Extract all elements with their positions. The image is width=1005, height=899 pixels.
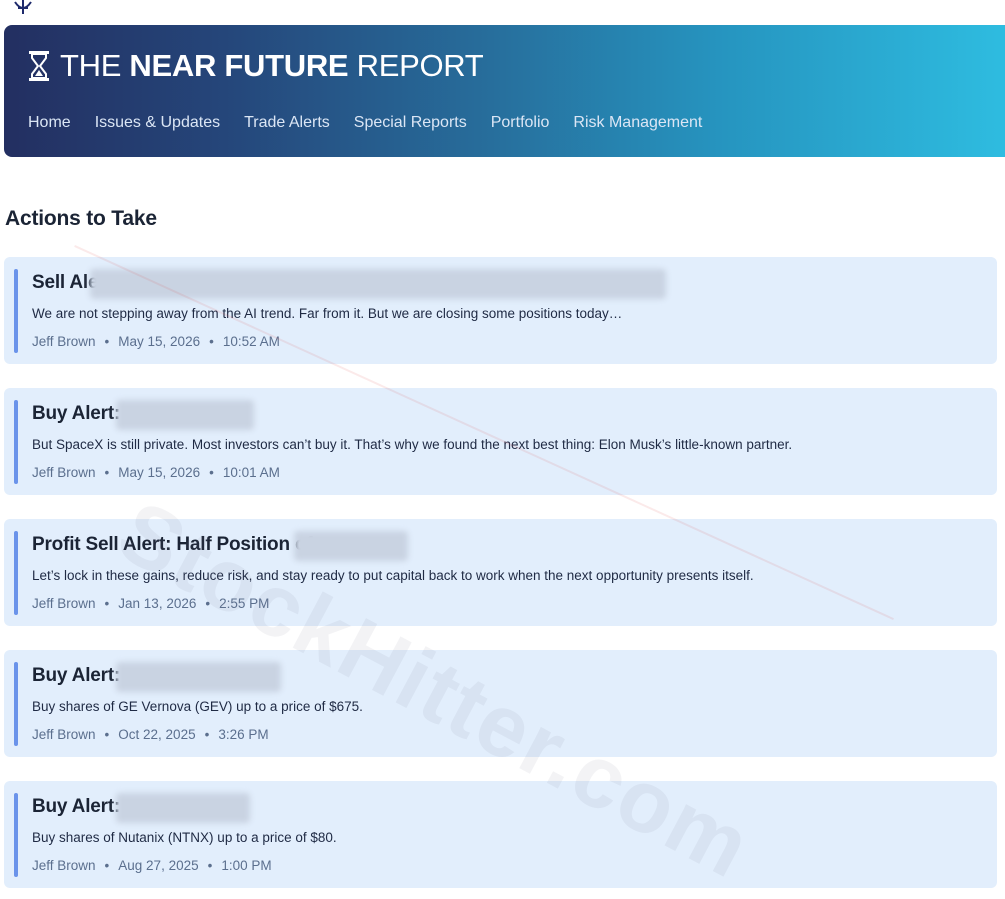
nav-trade-alerts[interactable]: Trade Alerts (244, 114, 330, 132)
card-title[interactable]: Buy Alert: (32, 796, 120, 818)
brand-logo-link[interactable]: THE NEAR FUTURE REPORT (28, 48, 484, 83)
alert-card[interactable]: Buy Alert: But SpaceX is still private. … (4, 388, 997, 495)
card-title[interactable]: Buy Alert: (32, 665, 120, 687)
card-accent-bar (14, 531, 18, 615)
main-nav: Home Issues & Updates Trade Alerts Speci… (28, 114, 702, 132)
card-date: Aug 27, 2025 (118, 858, 199, 873)
card-date: Jan 13, 2026 (118, 596, 197, 611)
card-time: 1:00 PM (221, 858, 272, 873)
redacted-text (294, 531, 408, 561)
nav-issues-updates[interactable]: Issues & Updates (95, 114, 220, 132)
site-header: THE NEAR FUTURE REPORT Home Issues & Upd… (4, 25, 1005, 157)
card-author: Jeff Brown (32, 465, 96, 480)
card-accent-bar (14, 269, 18, 353)
card-author: Jeff Brown (32, 727, 96, 742)
hourglass-logo-icon (29, 51, 49, 81)
card-accent-bar (14, 400, 18, 484)
brand-title: THE NEAR FUTURE REPORT (60, 48, 484, 83)
card-date: May 15, 2026 (118, 334, 201, 349)
redacted-text (116, 400, 254, 430)
nav-portfolio[interactable]: Portfolio (491, 114, 550, 132)
card-meta: Jeff Brown • May 15, 2026 • 10:01 AM (32, 465, 280, 480)
card-author: Jeff Brown (32, 334, 96, 349)
site-mark-icon (14, 0, 32, 14)
alert-card[interactable]: Sell Ale We are not stepping away from t… (4, 257, 997, 364)
card-meta: Jeff Brown • Jan 13, 2026 • 2:55 PM (32, 596, 270, 611)
card-meta: Jeff Brown • May 15, 2026 • 10:52 AM (32, 334, 280, 349)
card-summary: We are not stepping away from the AI tre… (32, 306, 623, 321)
card-accent-bar (14, 662, 18, 746)
nav-risk-management[interactable]: Risk Management (573, 114, 702, 132)
card-meta: Jeff Brown • Oct 22, 2025 • 3:26 PM (32, 727, 269, 742)
card-date: Oct 22, 2025 (118, 727, 196, 742)
section-title: Actions to Take (5, 207, 157, 230)
card-meta: Jeff Brown • Aug 27, 2025 • 1:00 PM (32, 858, 272, 873)
card-summary: Buy shares of Nutanix (NTNX) up to a pri… (32, 830, 337, 845)
card-time: 3:26 PM (218, 727, 269, 742)
alert-card[interactable]: Buy Alert: Buy shares of Nutanix (NTNX) … (4, 781, 997, 888)
card-accent-bar (14, 793, 18, 877)
card-summary: Buy shares of GE Vernova (GEV) up to a p… (32, 699, 363, 714)
redacted-text (90, 269, 666, 299)
card-author: Jeff Brown (32, 858, 96, 873)
card-title[interactable]: Sell Ale (32, 272, 99, 294)
alert-card[interactable]: Buy Alert: Buy shares of GE Vernova (GEV… (4, 650, 997, 757)
card-summary: But SpaceX is still private. Most invest… (32, 437, 793, 452)
card-time: 2:55 PM (219, 596, 270, 611)
nav-special-reports[interactable]: Special Reports (354, 114, 467, 132)
nav-home[interactable]: Home (28, 114, 71, 132)
alert-card[interactable]: Profit Sell Alert: Half Position of Let’… (4, 519, 997, 626)
card-author: Jeff Brown (32, 596, 96, 611)
card-date: May 15, 2026 (118, 465, 201, 480)
redacted-text (116, 793, 250, 823)
card-title[interactable]: Profit Sell Alert: Half Position of (32, 534, 313, 556)
redacted-text (116, 662, 281, 692)
card-title[interactable]: Buy Alert: (32, 403, 120, 425)
card-summary: Let’s lock in these gains, reduce risk, … (32, 568, 754, 583)
card-time: 10:52 AM (222, 334, 280, 349)
card-time: 10:01 AM (222, 465, 280, 480)
